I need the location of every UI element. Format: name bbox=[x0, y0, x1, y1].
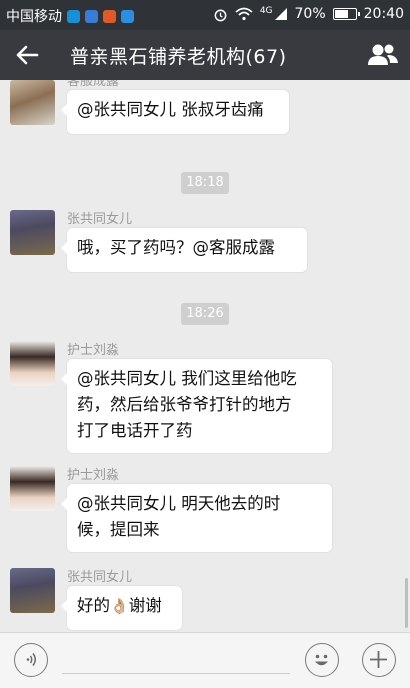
battery-percent: 70% bbox=[294, 6, 326, 22]
sender-name: 张共同女儿 bbox=[67, 212, 133, 227]
group-members-icon bbox=[368, 44, 398, 65]
emoji-icon bbox=[315, 654, 328, 666]
message-list[interactable]: 客服成露 @张共同女儿 张叔牙齿痛 18:18 张共同女儿 哦，买了药吗？@客服… bbox=[0, 80, 410, 632]
status-bar: 中国移动 4G 70% 20:40 bbox=[0, 0, 410, 30]
group-title: 普亲黑石铺养老机构(67) bbox=[70, 46, 287, 68]
back-button[interactable] bbox=[12, 41, 42, 69]
message-text-line: 药，然后给张爷爷打针的地方 bbox=[77, 395, 292, 414]
message-text: 谢谢 bbox=[128, 596, 162, 615]
sender-name: 客服成露 bbox=[67, 80, 120, 89]
more-button[interactable] bbox=[362, 643, 396, 677]
carrier-label: 中国移动 bbox=[6, 9, 62, 25]
message-bubble[interactable]: 好的👌🏼谢谢 bbox=[61, 586, 182, 630]
plus-icon bbox=[370, 651, 387, 668]
time-divider: 18:18 bbox=[181, 172, 229, 194]
network-type: 4G bbox=[259, 6, 273, 16]
time-divider: 18:26 bbox=[181, 303, 229, 325]
clock: 20:40 bbox=[363, 6, 404, 22]
sender-name: 张共同女儿 bbox=[67, 570, 133, 585]
app-notification-icon bbox=[67, 9, 80, 23]
message-text-line: 候，提回来 bbox=[77, 520, 160, 539]
ok-hand-emoji: 👌🏼 bbox=[110, 597, 129, 615]
avatar[interactable] bbox=[10, 341, 55, 386]
back-arrow-icon bbox=[16, 45, 39, 65]
group-members-button[interactable] bbox=[366, 41, 400, 69]
avatar[interactable] bbox=[10, 210, 55, 255]
alarm-icon bbox=[214, 9, 227, 21]
message-text-line: 打了电话开了药 bbox=[77, 421, 193, 440]
input-bar bbox=[0, 632, 410, 688]
message-text: 哦，买了药吗？@客服成露 bbox=[77, 238, 275, 257]
sender-name: 护士刘淼 bbox=[67, 468, 120, 483]
message-bubble[interactable]: @张共同女儿 明天他去的时 候，提回来 bbox=[61, 484, 332, 552]
message-input[interactable] bbox=[62, 673, 290, 674]
message-text-line: @张共同女儿 我们这里给他吃 bbox=[77, 369, 297, 388]
voice-button[interactable] bbox=[14, 643, 48, 677]
battery-icon bbox=[332, 8, 360, 20]
message-text: 好的 bbox=[77, 596, 110, 615]
weibo-notification-icon bbox=[103, 9, 116, 23]
message-notification-icon bbox=[121, 9, 134, 23]
message-text-line: @张共同女儿 明天他去的时 bbox=[77, 494, 281, 513]
avatar[interactable] bbox=[10, 466, 55, 511]
sender-name: 护士刘淼 bbox=[67, 343, 120, 358]
message-bubble[interactable]: 哦，买了药吗？@客服成露 bbox=[61, 228, 307, 272]
emoji-button[interactable] bbox=[305, 643, 339, 677]
scrollbar-thumb[interactable] bbox=[405, 578, 408, 628]
avatar[interactable] bbox=[10, 80, 55, 125]
message-bubble[interactable]: @张共同女儿 张叔牙齿痛 bbox=[61, 90, 289, 134]
chat-header: 普亲黑石铺养老机构(67) bbox=[0, 30, 410, 80]
avatar[interactable] bbox=[10, 568, 55, 613]
gallery-notification-icon bbox=[85, 9, 98, 23]
message-bubble[interactable]: @张共同女儿 我们这里给他吃 药，然后给张爷爷打针的地方 打了电话开了药 bbox=[61, 359, 332, 453]
signal-icon bbox=[274, 8, 287, 20]
wifi-icon bbox=[235, 7, 253, 21]
message-text: @张共同女儿 张叔牙齿痛 bbox=[77, 100, 264, 119]
voice-icon bbox=[26, 653, 36, 666]
